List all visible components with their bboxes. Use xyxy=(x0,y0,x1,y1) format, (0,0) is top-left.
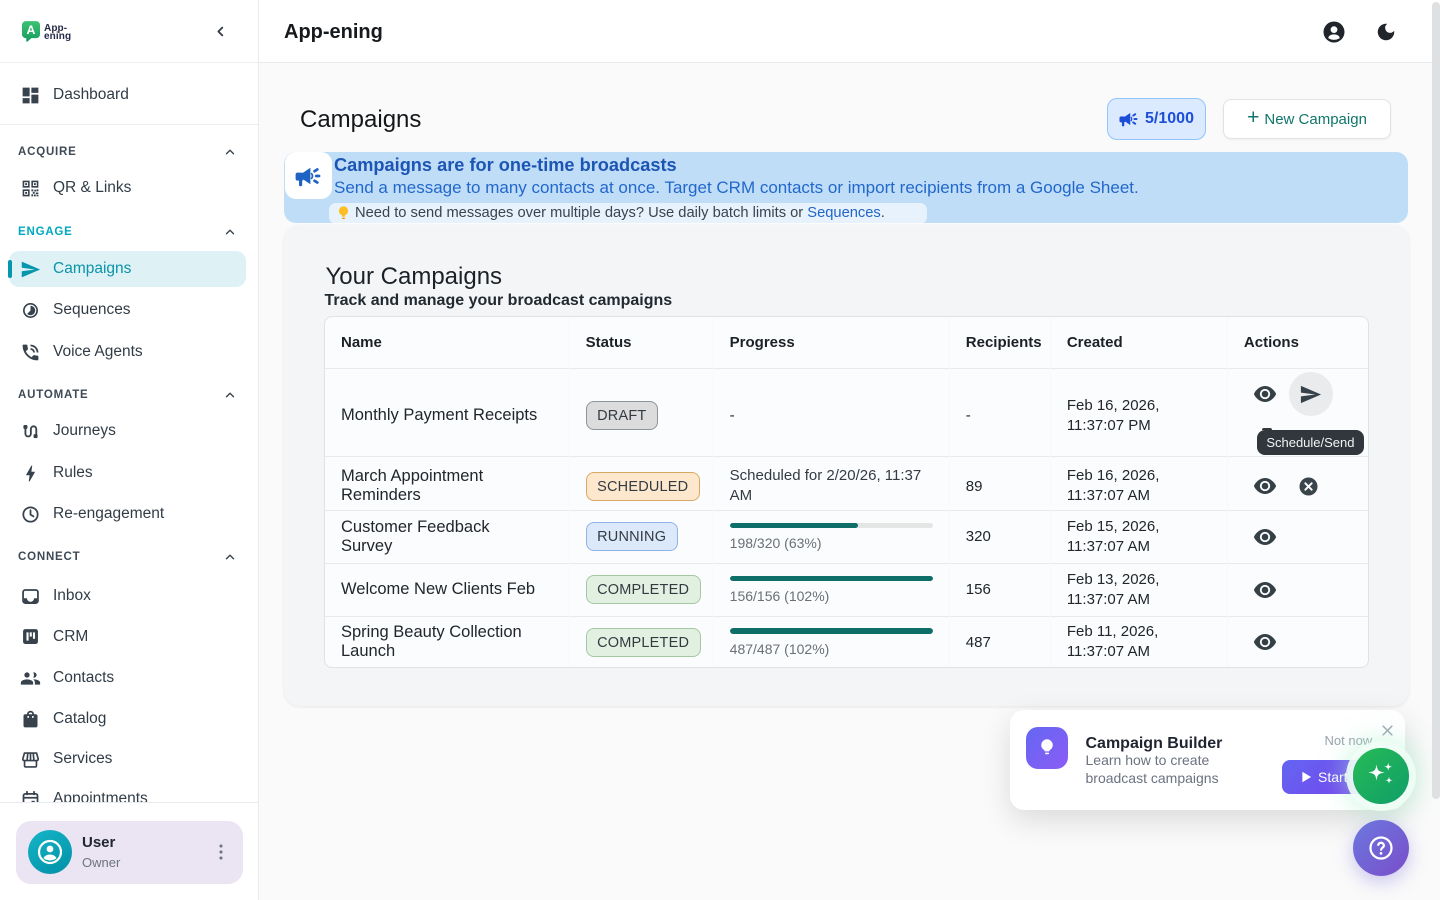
svg-text:A: A xyxy=(27,23,36,37)
